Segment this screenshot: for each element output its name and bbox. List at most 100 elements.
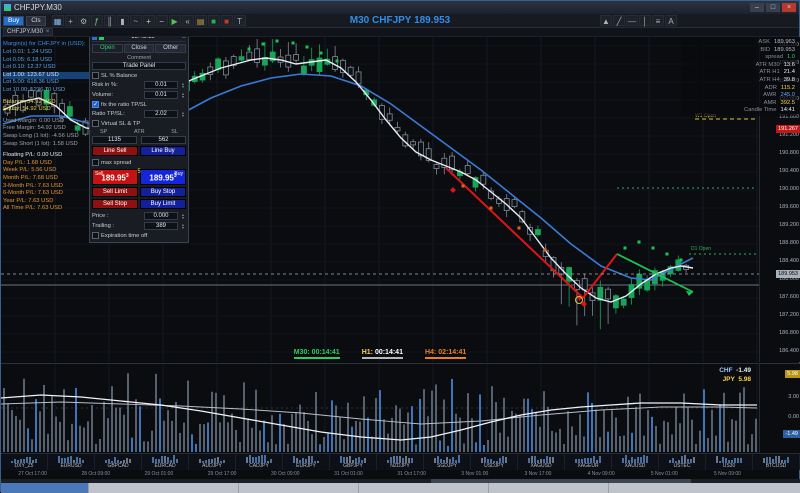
spark-bar — [293, 456, 295, 463]
uta-row: spread1.0 — [683, 54, 795, 62]
uta-row: ATR M3013.6 — [683, 62, 795, 70]
indicator-subwindow[interactable] — [1, 363, 759, 453]
risk-spinner[interactable]: ▴▾ — [180, 82, 186, 89]
time-axis-label: 31 Oct 17:00 — [380, 470, 443, 479]
ticker-symbol-cell[interactable]: CADJPY — [236, 454, 283, 470]
trailing-spinner[interactable]: ▴▾ — [180, 223, 186, 230]
ticker-symbol-cell[interactable]: USTEC — [659, 454, 706, 470]
ticker-symbol-label: USDJPY — [484, 463, 504, 469]
ticker-symbol-cell[interactable]: AUDJPY — [189, 454, 236, 470]
buy-marker-icon[interactable]: ■ — [208, 15, 220, 26]
spark-bar — [11, 461, 13, 463]
indicator-chart[interactable] — [1, 364, 759, 454]
window-controls: – □ × — [750, 3, 796, 12]
buy-signal-marker — [624, 247, 627, 250]
spark-bar — [405, 456, 407, 463]
chart-tab[interactable]: CHFJPY.M30 × — [3, 28, 53, 36]
indicators-icon[interactable]: ƒ — [91, 15, 103, 26]
ticker-symbol-cell[interactable]: DXY_Z5 — [1, 454, 48, 470]
line-sell-button[interactable]: Line Sell — [92, 146, 138, 156]
uta-row-label: Candle Time — [744, 107, 777, 115]
new-order-icon[interactable]: ▦ — [52, 15, 64, 26]
sl-points-input[interactable]: 562 — [141, 136, 186, 144]
zoom-out-icon[interactable]: − — [156, 15, 168, 26]
line-buy-button[interactable]: Line Buy — [140, 146, 186, 156]
sell-button[interactable]: Sell 189.953 — [92, 169, 138, 185]
text-label-icon[interactable]: A — [665, 15, 677, 26]
toolbar-right-group: ▲╱―│≡A — [600, 15, 677, 26]
ratio-input[interactable]: 2.02 — [144, 110, 178, 118]
ticker-symbol-cell[interactable]: US30 — [706, 454, 753, 470]
max-spread-checkbox[interactable]: max spread — [92, 158, 186, 167]
ticker-symbol-cell[interactable]: NZDJPY — [377, 454, 424, 470]
uta-row: BID189.953 — [683, 47, 795, 55]
volume-label: Volume: — [92, 92, 142, 98]
ticker-symbol-cell[interactable]: XAGEUR — [565, 454, 612, 470]
margin-line: 6-Month P/L: 7.63 USD — [3, 190, 89, 198]
tab-open[interactable]: Open — [92, 44, 123, 53]
tab-close-icon[interactable]: × — [46, 29, 50, 36]
sell-limit-button[interactable]: Sell Limit — [92, 187, 138, 197]
quick-buy-button[interactable]: Buy — [3, 16, 24, 26]
gear-icon[interactable]: ⚙ — [78, 15, 90, 26]
sell-marker-icon[interactable]: ■ — [221, 15, 233, 26]
ticker-symbol-cell[interactable]: EURUSD — [48, 454, 95, 470]
ticker-symbol-cell[interactable]: SGDJPY — [424, 454, 471, 470]
ticker-symbol-cell[interactable]: USDJPY — [471, 454, 518, 470]
tp-points-input[interactable]: 1135 — [92, 136, 137, 144]
ticker-symbol-cell[interactable]: XAGUSD — [518, 454, 565, 470]
ticker-symbol-cell[interactable]: GBPJPY — [330, 454, 377, 470]
comment-input[interactable]: Trade Panel — [92, 62, 186, 70]
line-chart-icon[interactable]: ~ — [130, 15, 142, 26]
uta-row: ADR115.2 — [683, 85, 795, 93]
bar-chart-icon[interactable]: ║ — [104, 15, 116, 26]
quick-close-button[interactable]: Cls — [26, 16, 45, 26]
buy-limit-button[interactable]: Buy Limit — [140, 199, 186, 209]
cursor-icon[interactable]: ▲ — [600, 15, 612, 26]
virtual-sl-tp-checkbox[interactable]: Virtual SL & TP — [92, 119, 186, 128]
maximize-button[interactable]: □ — [766, 3, 780, 12]
trailing-input[interactable]: 389 — [144, 222, 178, 230]
zoom-in-icon[interactable]: + — [143, 15, 155, 26]
trendline-icon[interactable]: ╱ — [613, 15, 625, 26]
fix-ratio-checkbox[interactable]: fix the ratio TP/SL — [92, 100, 186, 109]
timer-value: 00:14:41 — [312, 349, 340, 356]
ticker-symbol-label: XAUUSD — [625, 463, 646, 469]
hline-icon[interactable]: ― — [626, 15, 638, 26]
chart-shift-icon[interactable]: « — [182, 15, 194, 26]
ticker-symbol-cell[interactable]: BTCUSD — [753, 454, 800, 470]
mini-chart — [763, 455, 789, 463]
margin-line: Lot 0.10: 12.37 USD — [3, 64, 89, 72]
fibonacci-icon[interactable]: ≡ — [652, 15, 664, 26]
ratio-spinner[interactable]: ▴▾ — [180, 111, 186, 118]
ticker-symbol-cell[interactable]: EURCAD — [142, 454, 189, 470]
sl-label: SL — [171, 129, 178, 135]
sell-stop-button[interactable]: Sell Stop — [92, 199, 138, 209]
close-button[interactable]: × — [782, 3, 796, 12]
vline-icon[interactable]: │ — [639, 15, 651, 26]
volume-input[interactable]: 0.01 — [144, 91, 178, 99]
ticker-symbol-cell[interactable]: XAUUSD — [612, 454, 659, 470]
crosshair-icon[interactable]: + — [65, 15, 77, 26]
script-icon[interactable]: T — [234, 15, 246, 26]
pending-price-input[interactable]: 0.000 — [144, 212, 178, 220]
minimize-button[interactable]: – — [750, 3, 764, 12]
ticker-symbol-cell[interactable]: GBPCAD — [95, 454, 142, 470]
tab-other[interactable]: Other — [155, 44, 186, 53]
expiration-checkbox[interactable]: Expiration time off — [92, 231, 186, 240]
tab-close[interactable]: Close — [124, 44, 155, 53]
templates-icon[interactable]: ▤ — [195, 15, 207, 26]
volume-spinner[interactable]: ▴▾ — [180, 92, 186, 99]
candle-chart-icon[interactable]: ▮ — [117, 15, 129, 26]
spark-bar — [396, 456, 398, 463]
pending-price-spinner[interactable]: ▴▾ — [180, 213, 186, 220]
risk-input[interactable]: 0.01 — [144, 81, 178, 89]
sl-percent-balance-checkbox[interactable]: SL % Balance — [92, 71, 186, 80]
buy-button[interactable]: Buy 189.953 — [140, 169, 186, 185]
uta-row-value: 1.0 — [787, 54, 795, 62]
buy-stop-button[interactable]: Buy Stop — [140, 187, 186, 197]
ticker-symbol-label: GBPJPY — [343, 463, 363, 469]
ticker-symbol-cell[interactable]: EURJPY — [283, 454, 330, 470]
uta-row-value: 13.6 — [784, 62, 795, 70]
auto-scroll-icon[interactable]: ▶ — [169, 15, 181, 26]
